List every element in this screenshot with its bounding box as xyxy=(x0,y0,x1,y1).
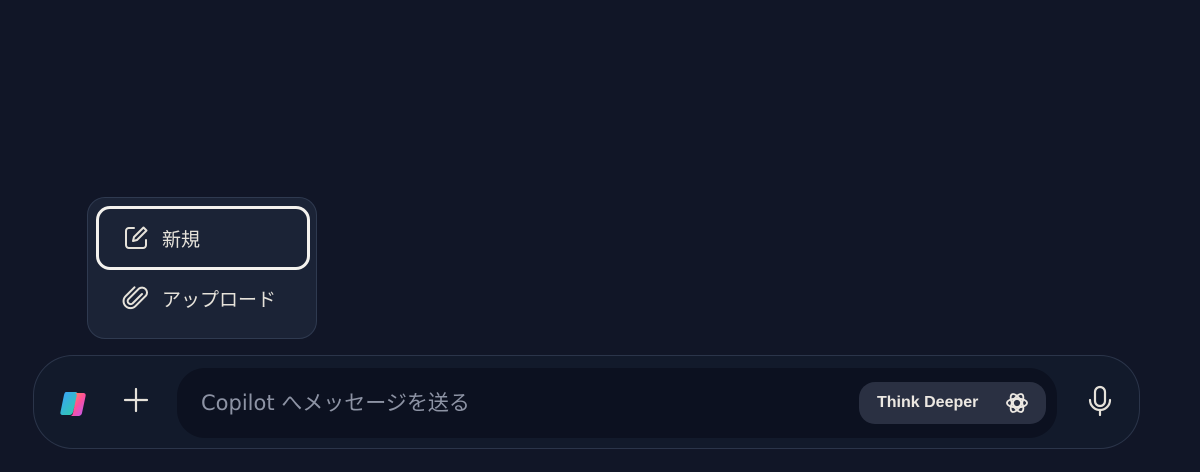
menu-item-new[interactable]: 新規 xyxy=(96,206,310,270)
new-chat-icon xyxy=(120,222,152,254)
add-button[interactable] xyxy=(114,380,158,424)
think-deeper-label: Think Deeper xyxy=(877,394,979,411)
menu-item-new-label: 新規 xyxy=(162,228,201,251)
copilot-logo-icon xyxy=(56,386,92,422)
microphone-icon xyxy=(1085,384,1115,422)
menu-item-upload-label: アップロード xyxy=(162,288,277,311)
microphone-button[interactable] xyxy=(1080,382,1120,424)
attach-menu: 新規 アップロード xyxy=(87,197,317,339)
think-deeper-icon xyxy=(1004,390,1030,416)
message-composer: Think Deeper xyxy=(33,355,1140,449)
message-input[interactable] xyxy=(199,368,839,438)
paperclip-icon xyxy=(120,282,152,314)
think-deeper-button[interactable]: Think Deeper xyxy=(859,382,1046,424)
message-input-container: Think Deeper xyxy=(177,368,1057,438)
plus-icon xyxy=(122,386,150,418)
menu-item-upload[interactable]: アップロード xyxy=(96,266,310,330)
